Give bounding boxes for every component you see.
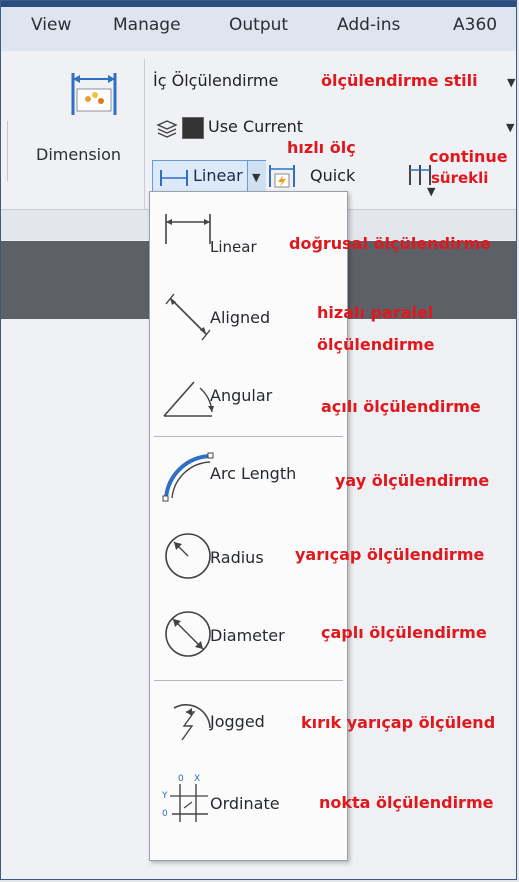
tab-view[interactable]: View bbox=[31, 15, 71, 35]
ribbon-separator bbox=[144, 59, 145, 209]
tab-output[interactable]: Output bbox=[229, 15, 288, 35]
menu-item-ordinate[interactable]: 0 X Y 0 Ordinate bbox=[150, 768, 347, 838]
annotation-angular: açılı ölçülendirme bbox=[321, 397, 481, 416]
menu-item-diameter[interactable]: Diameter bbox=[150, 600, 347, 670]
annotation-aligned-2: ölçülendirme bbox=[317, 335, 435, 354]
menu-separator bbox=[154, 436, 343, 437]
tab-a360[interactable]: A360 bbox=[453, 15, 497, 35]
svg-text:0: 0 bbox=[162, 809, 168, 819]
annotation-quick: hızlı ölç bbox=[287, 138, 356, 157]
panel-divider bbox=[1, 121, 8, 181]
dimension-label: Dimension bbox=[36, 145, 122, 164]
chevron-down-icon: ▼ bbox=[427, 185, 436, 198]
annotation-arc-length: yay ölçülendirme bbox=[335, 471, 490, 490]
ribbon-tab-bar: View Manage Output Add-ins A360 bbox=[1, 1, 516, 52]
layer-value: Use Current bbox=[208, 117, 304, 136]
menu-item-angular[interactable]: Angular bbox=[150, 362, 347, 432]
menu-item-linear[interactable]: Linear bbox=[150, 198, 347, 268]
quick-dimension-button[interactable]: Quick bbox=[267, 161, 397, 191]
dimension-style-dropdown[interactable]: İç Ölçülendirme ölçülendirme stili ▼ bbox=[149, 67, 516, 95]
annotation-dimension-style: ölçülendirme stili bbox=[321, 71, 478, 90]
annotation-ordinate: nokta ölçülendirme bbox=[319, 793, 494, 812]
aligned-dimension-icon bbox=[165, 293, 211, 341]
menu-label-ordinate: Ordinate bbox=[210, 794, 280, 813]
chevron-down-icon: ▼ bbox=[506, 121, 515, 134]
menu-label-angular: Angular bbox=[210, 386, 273, 405]
annotation-radius: yarıçap ölçülendirme bbox=[295, 545, 485, 564]
diameter-icon bbox=[165, 611, 211, 657]
menu-label-jogged: Jogged bbox=[210, 712, 265, 731]
quick-label: Quick bbox=[310, 166, 356, 185]
menu-separator bbox=[154, 680, 343, 681]
annotation-linear: doğrusal ölçülendirme bbox=[289, 234, 491, 253]
angular-dimension-icon bbox=[163, 381, 214, 417]
jogged-radius-icon bbox=[173, 704, 211, 741]
annotation-aligned-1: hizalı paralel bbox=[317, 303, 434, 322]
ordinate-icon: 0 X Y 0 bbox=[161, 774, 208, 822]
arc-length-icon bbox=[162, 452, 214, 502]
app-window: View Manage Output Add-ins A360 Dimensio… bbox=[0, 0, 517, 880]
linear-dropdown-menu: Linear Aligned Angular Arc Length Radius… bbox=[149, 191, 348, 861]
chevron-down-icon: ▼ bbox=[252, 171, 261, 184]
dimension-button[interactable]: Dimension bbox=[29, 63, 139, 183]
quick-dimension-icon bbox=[269, 165, 295, 188]
annotation-jogged: kırık yarıçap ölçülend bbox=[301, 713, 496, 732]
radius-icon bbox=[165, 533, 211, 579]
linear-split-button[interactable]: Linear ▼ bbox=[152, 160, 266, 194]
svg-text:X: X bbox=[194, 774, 200, 784]
menu-label-diameter: Diameter bbox=[210, 626, 285, 645]
chevron-down-icon: ▼ bbox=[507, 76, 516, 89]
svg-text:Y: Y bbox=[161, 791, 168, 801]
menu-label-aligned: Aligned bbox=[210, 308, 271, 327]
continue-dimension-button[interactable]: ▼ bbox=[407, 161, 447, 198]
dimension-style-value: İç Ölçülendirme bbox=[153, 71, 279, 90]
linear-dimension-icon bbox=[165, 214, 211, 244]
dimension-icon bbox=[71, 73, 117, 115]
menu-label-linear: Linear bbox=[210, 238, 257, 256]
layers-icon bbox=[156, 120, 178, 138]
title-strip bbox=[1, 1, 516, 7]
menu-item-arc-length[interactable]: Arc Length bbox=[150, 444, 347, 514]
annotation-diameter: çaplı ölçülendirme bbox=[321, 623, 487, 642]
linear-label: Linear bbox=[193, 166, 243, 185]
tab-manage[interactable]: Manage bbox=[113, 15, 181, 35]
svg-text:0: 0 bbox=[178, 774, 184, 784]
tab-add-ins[interactable]: Add-ins bbox=[337, 15, 400, 35]
menu-label-arc-length: Arc Length bbox=[210, 464, 297, 483]
layer-color-swatch bbox=[182, 117, 204, 139]
linear-dropdown-toggle[interactable]: ▼ bbox=[247, 161, 266, 193]
menu-label-radius: Radius bbox=[210, 548, 264, 567]
linear-dimension-icon bbox=[160, 170, 188, 186]
